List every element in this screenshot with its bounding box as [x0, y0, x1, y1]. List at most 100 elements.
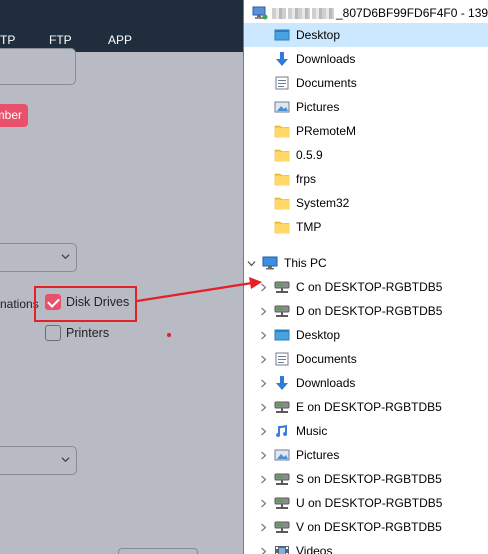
desktop-folder-icon — [274, 327, 290, 343]
chevron-right-icon[interactable] — [258, 347, 268, 371]
this-pc-item-v-on-desktop-rgbtdb5[interactable]: V on DESKTOP-RGBTDB5 — [244, 515, 488, 539]
this-pc-item-videos[interactable]: Videos — [244, 539, 488, 554]
chevron-right-icon[interactable] — [258, 515, 268, 539]
folder-icon — [274, 195, 290, 211]
this-pc-item-label: C on DESKTOP-RGBTDB5 — [296, 280, 443, 294]
tree-node-this-pc[interactable]: This PC — [244, 251, 488, 275]
this-pc-item-label: E on DESKTOP-RGBTDB5 — [296, 400, 442, 414]
quick-access-item-system32[interactable]: System32 — [244, 191, 488, 215]
this-pc-item-pictures[interactable]: Pictures — [244, 443, 488, 467]
this-pc-item-d-on-desktop-rgbtdb5[interactable]: D on DESKTOP-RGBTDB5 — [244, 299, 488, 323]
network-drive-icon — [274, 399, 290, 415]
this-pc-item-label: S on DESKTOP-RGBTDB5 — [296, 472, 442, 486]
top-nav-bar: TP FTP APP — [0, 0, 243, 52]
quick-access-item-label: frps — [296, 172, 317, 186]
dropdown-select[interactable] — [0, 243, 77, 272]
chevron-right-icon[interactable] — [258, 371, 268, 395]
chevron-right-icon[interactable] — [258, 539, 268, 554]
quick-access-item-label: 0.5.9 — [296, 148, 323, 162]
chevron-right-icon[interactable] — [258, 395, 268, 419]
printers-checkbox[interactable] — [45, 325, 61, 341]
network-drive-icon — [274, 471, 290, 487]
this-pc-item-label: Pictures — [296, 448, 340, 462]
nav-tab-app[interactable]: APP — [108, 33, 132, 47]
blurred-text — [272, 7, 286, 19]
blurred-text — [288, 7, 310, 19]
quick-access-item-tmp[interactable]: TMP — [244, 215, 488, 239]
nav-tab-ftp[interactable]: FTP — [49, 33, 72, 47]
documents-icon — [274, 75, 290, 91]
chevron-right-icon[interactable] — [258, 299, 268, 323]
download-arrow-icon — [274, 375, 290, 391]
nav-tab-tp[interactable]: TP — [0, 33, 15, 47]
chevron-right-icon[interactable] — [258, 323, 268, 347]
remember-button[interactable]: mber — [0, 104, 28, 127]
quick-access-item-downloads[interactable]: Downloads — [244, 47, 488, 71]
this-pc-item-label: V on DESKTOP-RGBTDB5 — [296, 520, 442, 534]
this-pc-item-documents[interactable]: Documents — [244, 347, 488, 371]
quick-access-item-frps[interactable]: frps — [244, 167, 488, 191]
pictures-icon — [274, 99, 290, 115]
quick-access-item-label: Pictures — [296, 100, 340, 114]
desktop-folder-icon — [274, 27, 290, 43]
folder-icon — [274, 171, 290, 187]
annotation-dot — [167, 333, 171, 337]
quick-access-item-0-5-9[interactable]: 0.5.9 — [244, 143, 488, 167]
this-pc-item-desktop[interactable]: Desktop — [244, 323, 488, 347]
quick-access-item-label: Desktop — [296, 28, 341, 42]
remote-share-title[interactable]: _807D6BF99FD6F4F0 - 139 — [252, 4, 488, 22]
nations-label: nations — [0, 297, 39, 311]
text-input[interactable] — [0, 48, 76, 85]
this-pc-item-label: D on DESKTOP-RGBTDB5 — [296, 304, 443, 318]
videos-icon — [274, 543, 290, 554]
quick-access-item-label: PRemoteM — [296, 124, 357, 138]
this-pc-item-s-on-desktop-rgbtdb5[interactable]: S on DESKTOP-RGBTDB5 — [244, 467, 488, 491]
blurred-text — [312, 7, 334, 19]
quick-access-item-label: Documents — [296, 76, 357, 90]
this-pc-item-label: Desktop — [296, 328, 341, 342]
chevron-down-icon — [61, 252, 70, 261]
quick-access-item-label: System32 — [296, 196, 350, 210]
quick-access-item-premotem[interactable]: PRemoteM — [244, 119, 488, 143]
printers-checkbox-row[interactable]: Printers — [45, 325, 109, 341]
file-explorer-nav-pane: _807D6BF99FD6F4F0 - 139 Desktop Downloads… — [244, 0, 488, 554]
network-computer-icon — [252, 6, 268, 20]
this-pc-item-e-on-desktop-rgbtdb5[interactable]: E on DESKTOP-RGBTDB5 — [244, 395, 488, 419]
folder-icon — [274, 123, 290, 139]
quick-access-item-desktop[interactable]: Desktop — [244, 23, 488, 47]
folder-icon — [274, 219, 290, 235]
this-pc-item-downloads[interactable]: Downloads — [244, 371, 488, 395]
documents-icon — [274, 351, 290, 367]
chevron-right-icon[interactable] — [258, 467, 268, 491]
chevron-right-icon[interactable] — [258, 491, 268, 515]
bottom-button[interactable] — [118, 548, 198, 554]
music-icon — [274, 423, 290, 439]
printers-label: Printers — [66, 326, 110, 340]
this-pc-item-u-on-desktop-rgbtdb5[interactable]: U on DESKTOP-RGBTDB5 — [244, 491, 488, 515]
this-pc-item-label: Downloads — [296, 376, 356, 390]
this-pc-item-c-on-desktop-rgbtdb5[interactable]: C on DESKTOP-RGBTDB5 — [244, 275, 488, 299]
pictures-icon — [274, 447, 290, 463]
quick-access-item-label: TMP — [296, 220, 322, 234]
quick-access-item-documents[interactable]: Documents — [244, 71, 488, 95]
dropdown-select-2[interactable] — [0, 446, 77, 475]
this-pc-item-label: Music — [296, 424, 328, 438]
chevron-right-icon[interactable] — [258, 419, 268, 443]
monitor-icon — [262, 255, 278, 271]
chevron-down-icon — [61, 455, 70, 464]
this-pc-item-label: Documents — [296, 352, 357, 366]
remote-app-panel: TP FTP APP mber nations Disk Drives Prin… — [0, 0, 243, 554]
annotation-highlight-box — [34, 286, 137, 322]
folder-icon — [274, 147, 290, 163]
quick-access-item-pictures[interactable]: Pictures — [244, 95, 488, 119]
chevron-right-icon[interactable] — [258, 443, 268, 467]
this-pc-item-label: U on DESKTOP-RGBTDB5 — [296, 496, 443, 510]
this-pc-item-music[interactable]: Music — [244, 419, 488, 443]
quick-access-item-label: Downloads — [296, 52, 356, 66]
chevron-down-icon[interactable] — [246, 251, 256, 275]
tree-node-label: This PC — [284, 256, 327, 270]
share-title-text: _807D6BF99FD6F4F0 - 139 — [336, 6, 488, 20]
download-arrow-icon — [274, 51, 290, 67]
this-pc-item-label: Videos — [296, 544, 333, 554]
chevron-right-icon[interactable] — [258, 275, 268, 299]
